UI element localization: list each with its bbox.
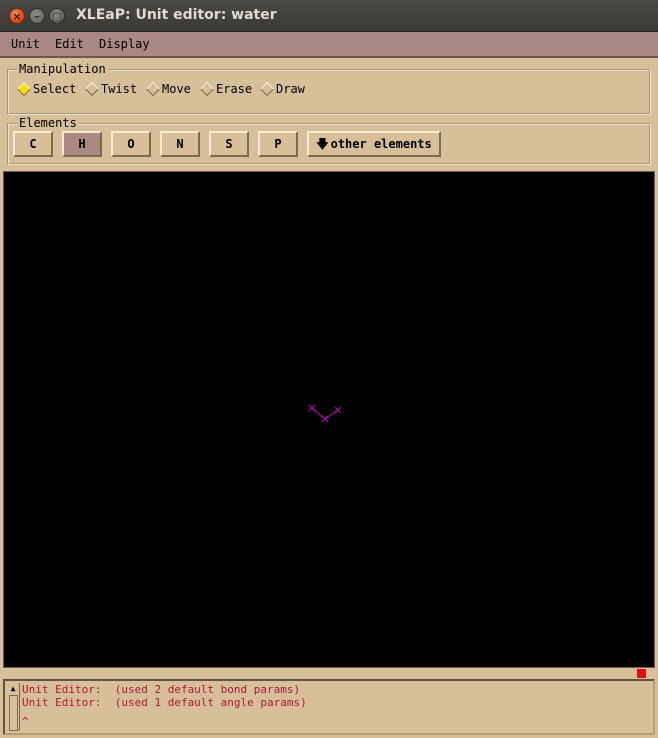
molecule-canvas[interactable] <box>3 171 655 668</box>
elements-label: Elements <box>17 116 79 130</box>
close-window-button[interactable]: × <box>9 8 25 24</box>
radio-indicator <box>199 81 215 97</box>
other-elements-label: other elements <box>330 137 432 151</box>
element-button-p[interactable]: P <box>258 131 298 157</box>
manipulation-group: Manipulation Select Twist Move Erase Dra… <box>7 62 651 115</box>
elements-group: Elements C H O N S P 🡇 other elements <box>7 116 651 165</box>
radio-indicator <box>145 81 161 97</box>
hydrogen-atom-marker <box>308 404 316 412</box>
down-arrow-icon: 🡇 <box>316 137 329 151</box>
maximize-icon: □ <box>51 10 63 23</box>
scroll-up-icon[interactable]: ▲ <box>8 684 18 694</box>
menu-bar: Unit Edit Display <box>0 32 658 58</box>
log-prompt: ^ <box>22 715 29 728</box>
radio-select-label: Select <box>33 82 77 96</box>
minimize-window-button[interactable]: – <box>29 8 45 24</box>
other-elements-button[interactable]: 🡇 other elements <box>307 131 441 157</box>
minimize-icon: – <box>34 10 40 23</box>
water-molecule-drawing <box>308 404 342 423</box>
element-button-o[interactable]: O <box>111 131 151 157</box>
log-line: Unit Editor: (used 2 default bond params… <box>22 683 301 696</box>
close-icon: × <box>12 10 22 23</box>
element-button-c[interactable]: C <box>13 131 53 157</box>
element-button-s[interactable]: S <box>209 131 249 157</box>
element-button-n[interactable]: N <box>160 131 200 157</box>
radio-indicator <box>84 81 100 97</box>
window-title: XLEaP: Unit editor: water <box>76 7 277 23</box>
element-button-h[interactable]: H <box>62 131 102 157</box>
maximize-window-button[interactable]: □ <box>49 8 65 24</box>
status-indicator <box>637 669 646 678</box>
oxygen-atom-marker <box>321 415 329 423</box>
menu-display[interactable]: Display <box>99 37 150 51</box>
scroll-thumb[interactable] <box>9 695 18 731</box>
radio-indicator <box>259 81 275 97</box>
radio-draw-label: Draw <box>276 82 305 96</box>
radio-move-label: Move <box>162 82 191 96</box>
log-output[interactable]: ▲ Unit Editor: (used 2 default bond para… <box>3 679 655 735</box>
menu-unit[interactable]: Unit <box>11 37 40 51</box>
window-titlebar[interactable]: × – □ XLEaP: Unit editor: water <box>0 0 658 32</box>
hydrogen-atom-marker <box>334 406 342 414</box>
manipulation-label: Manipulation <box>17 62 108 76</box>
log-scrollbar[interactable]: ▲ <box>7 683 20 731</box>
menu-edit[interactable]: Edit <box>55 37 84 51</box>
radio-twist-label: Twist <box>101 82 138 96</box>
radio-selected-indicator <box>16 81 32 97</box>
log-line: Unit Editor: (used 1 default angle param… <box>22 696 307 709</box>
radio-erase-label: Erase <box>216 82 253 96</box>
